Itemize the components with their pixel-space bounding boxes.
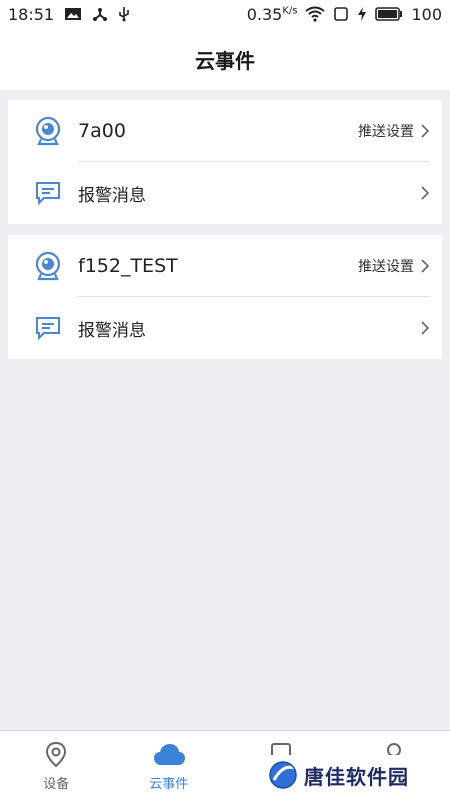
net-speed: 0.35K/s bbox=[246, 4, 298, 24]
message-icon bbox=[34, 180, 62, 206]
chevron-right-icon bbox=[420, 320, 430, 336]
alarm-messages-label: 报警消息 bbox=[78, 185, 146, 206]
device-card: 7a00 推送设置 报警消息 bbox=[8, 100, 442, 224]
chevron-right-icon bbox=[420, 258, 430, 274]
nav-cloud-events[interactable]: 云事件 bbox=[113, 731, 226, 800]
charging-icon bbox=[357, 6, 367, 22]
cloud-icon bbox=[152, 741, 186, 769]
wifi-icon bbox=[305, 6, 326, 22]
location-pin-icon bbox=[43, 741, 69, 769]
usb-icon bbox=[118, 6, 130, 22]
push-settings-label: 推送设置 bbox=[358, 259, 414, 275]
watermark: 唐佳软件园 bbox=[262, 755, 450, 795]
sim-icon bbox=[333, 6, 349, 22]
camera-icon bbox=[34, 251, 62, 281]
device-row: 7a00 推送设置 bbox=[8, 100, 442, 162]
push-settings-button[interactable]: 推送设置 bbox=[358, 256, 430, 276]
battery-icon bbox=[375, 7, 403, 21]
nav-label: 设备 bbox=[43, 777, 70, 792]
alarm-messages-row[interactable]: 报警消息 bbox=[8, 162, 442, 224]
chevron-right-icon bbox=[420, 185, 430, 201]
camera-icon bbox=[34, 116, 62, 146]
push-settings-button[interactable]: 推送设置 bbox=[358, 121, 430, 141]
nav-devices[interactable]: 设备 bbox=[0, 731, 113, 800]
battery-level: 100 bbox=[411, 4, 442, 24]
chevron-right-icon bbox=[420, 123, 430, 139]
nav-label: 云事件 bbox=[149, 777, 189, 792]
alarm-messages-label: 报警消息 bbox=[78, 320, 146, 341]
watermark-logo-icon bbox=[268, 760, 298, 790]
alarm-messages-row[interactable]: 报警消息 bbox=[8, 297, 442, 359]
device-name: 7a00 bbox=[78, 120, 126, 142]
device-name: f152_TEST bbox=[78, 255, 178, 277]
push-settings-label: 推送设置 bbox=[358, 124, 414, 140]
device-card: f152_TEST 推送设置 报警消息 bbox=[8, 235, 442, 359]
share-icon bbox=[92, 6, 108, 22]
status-time: 18:51 bbox=[8, 4, 55, 24]
image-icon bbox=[64, 6, 82, 22]
watermark-text: 唐佳软件园 bbox=[304, 764, 409, 789]
status-bar: 18:51 0.35K/s 100 bbox=[0, 0, 450, 28]
device-row: f152_TEST 推送设置 bbox=[8, 235, 442, 297]
message-icon bbox=[34, 315, 62, 341]
header: 云事件 bbox=[0, 28, 450, 90]
page-title: 云事件 bbox=[195, 48, 255, 73]
